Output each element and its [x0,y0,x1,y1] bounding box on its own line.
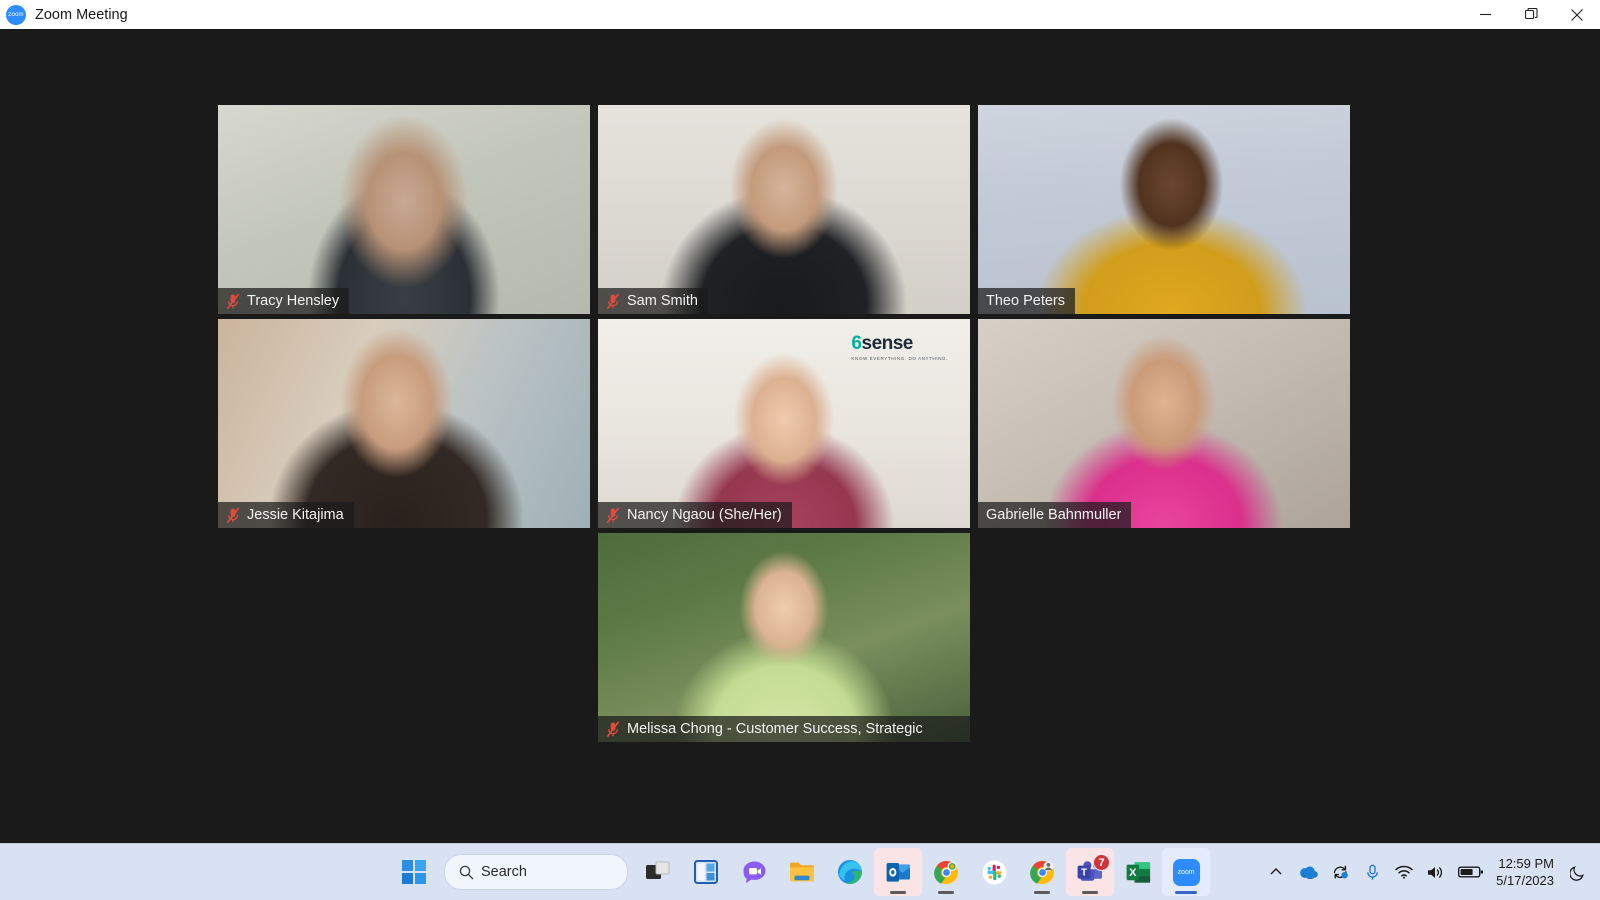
search-input[interactable]: Search [444,854,628,890]
widgets-button[interactable] [682,848,730,896]
chrome-button[interactable] [922,848,970,896]
title-bar: zoom Zoom Meeting [0,0,1600,30]
battery-icon[interactable] [1452,852,1490,892]
background-logo-tagline: KNOW EVERYTHING. DO ANYTHING. [851,356,948,361]
minimize-button[interactable] [1462,0,1508,29]
clock-date: 5/17/2023 [1496,873,1554,888]
search-label: Search [481,864,527,880]
participant-name: Jessie Kitajima [247,507,344,523]
participant-video [218,105,590,314]
restore-button[interactable] [1508,0,1554,29]
slack-button[interactable] [970,848,1018,896]
clock-time: 12:59 PM [1498,856,1554,871]
participant-name-bar: Sam Smith [598,288,708,314]
wifi-icon[interactable] [1388,852,1420,892]
svg-text:X: X [1129,867,1137,879]
windows-taskbar: Search T 7 X zoom 12:59 PM 5/17/2023 [0,843,1600,900]
background-logo-text: sense [861,333,914,354]
participant-tile[interactable]: Tracy Hensley [218,105,590,314]
participant-name: Nancy Ngaou (She/Her) [627,507,782,523]
participant-name: Tracy Hensley [247,293,340,309]
participant-name-bar: Theo Peters [978,288,1075,314]
excel-button[interactable]: X [1114,848,1162,896]
taskbar-items: Search T 7 X zoom [390,848,1210,896]
teams-chat-button[interactable] [730,848,778,896]
microphone-muted-icon [606,720,620,738]
participant-tile[interactable]: Gabrielle Bahnmuller [978,319,1350,528]
volume-icon[interactable] [1420,852,1452,892]
participant-video [598,105,970,314]
zoom-meeting-window: zoom Zoom Meeting Tracy Hensley Sam Smit… [0,0,1600,900]
participant-video [978,105,1350,314]
start-button[interactable] [390,848,438,896]
participant-tile[interactable]: 6sense KNOW EVERYTHING. DO ANYTHING. Nan… [598,319,970,528]
participant-tile[interactable]: Theo Peters [978,105,1350,314]
participant-name: Melissa Chong - Customer Success, Strate… [627,721,923,737]
participant-tile[interactable]: Jessie Kitajima [218,319,590,528]
zoom-button[interactable]: zoom [1162,848,1210,896]
svg-text:T: T [1081,867,1087,878]
participant-video [978,319,1350,528]
participant-name-bar: Gabrielle Bahnmuller [978,502,1132,528]
clock[interactable]: 12:59 PM 5/17/2023 [1490,850,1562,894]
participant-name-bar: Jessie Kitajima [218,502,354,528]
background-logo-mark: 6 [851,333,862,354]
zoom-taskbar-label: zoom [1177,868,1195,876]
participant-video [218,319,590,528]
teams-button[interactable]: T 7 [1066,848,1114,896]
participant-video [598,533,970,742]
participant-tile[interactable]: Sam Smith [598,105,970,314]
background-logo: 6sense KNOW EVERYTHING. DO ANYTHING. [851,333,948,361]
participant-tile[interactable]: Melissa Chong - Customer Success, Strate… [598,533,970,742]
system-tray: 12:59 PM 5/17/2023 [1260,844,1600,900]
microphone-muted-icon [226,292,240,310]
microphone-muted-icon [606,292,620,310]
outlook-button[interactable] [874,848,922,896]
chrome-profile-button[interactable] [1018,848,1066,896]
window-title: Zoom Meeting [35,6,128,23]
microphone-muted-icon [226,506,240,524]
participant-name-bar: Melissa Chong - Customer Success, Strate… [598,716,970,742]
do-not-disturb-icon[interactable] [1562,852,1594,892]
participant-name-bar: Nancy Ngaou (She/Her) [598,502,792,528]
participant-name-bar: Tracy Hensley [218,288,350,314]
participant-name: Sam Smith [627,293,698,309]
participant-name: Gabrielle Bahnmuller [986,507,1122,523]
file-explorer-button[interactable] [778,848,826,896]
task-view-button[interactable] [634,848,682,896]
zoom-logo-icon: zoom [6,4,26,25]
participant-name: Theo Peters [986,293,1065,309]
show-hidden-icons-button[interactable] [1260,852,1292,892]
search-icon [459,865,474,879]
microphone-icon[interactable] [1356,852,1388,892]
zoom-logo-text: zoom [8,11,24,18]
zoom-taskbar-icon: zoom [1172,858,1200,886]
window-controls [1462,0,1600,29]
teams-badge: 7 [1093,854,1110,871]
gallery-view: Tracy Hensley Sam Smith Theo Peters Jess… [0,29,1600,844]
edge-button[interactable] [826,848,874,896]
microphone-muted-icon [606,506,620,524]
sync-icon[interactable] [1324,852,1356,892]
close-button[interactable] [1554,0,1600,29]
onedrive-icon[interactable] [1292,852,1324,892]
